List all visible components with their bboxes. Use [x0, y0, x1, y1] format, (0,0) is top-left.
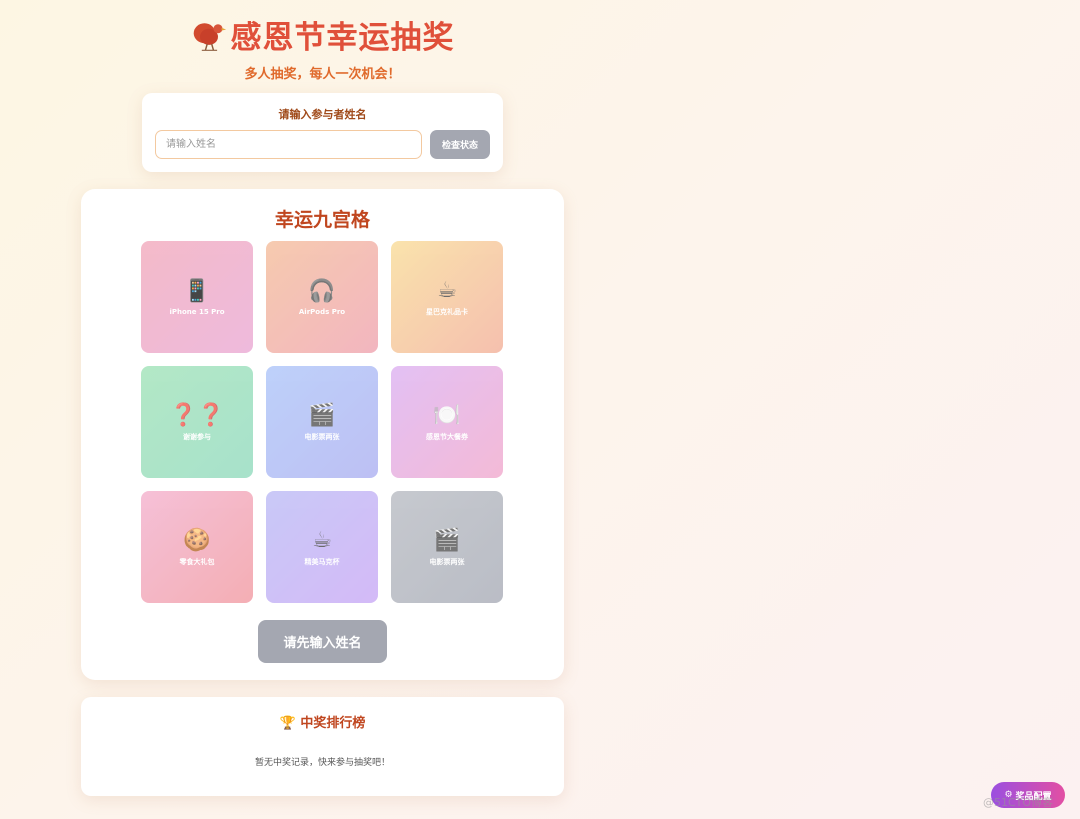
prize-cell: ❓❓ 谢谢参与 [141, 366, 253, 478]
lucky-grid: 📱 iPhone 15 Pro 🎧 AirPods Pro ☕ 星巴克礼品卡 ❓❓ 谢谢参与 🎬… [141, 241, 503, 603]
prize-label: iPhone 15 Pro [169, 308, 225, 316]
ranking-title: 🏆 中奖排行榜 [81, 712, 564, 731]
name-form-card: 请输入参与者姓名 检查状态 [142, 93, 503, 172]
prize-icon: ☕ [437, 278, 457, 303]
prize-icon: 🎧 [308, 279, 336, 304]
prize-label: 电影票两张 [429, 558, 465, 566]
prize-label: AirPods Pro [298, 308, 346, 316]
prize-cell: ☕ 星巴克礼品卡 [391, 241, 503, 353]
prize-cell: 🎬 电影票两张 [266, 366, 378, 478]
title-row: 感恩节幸运抽奖 [142, 12, 503, 57]
page: 感恩节幸运抽奖 多人抽奖，每人一次机会！ 请输入参与者姓名 检查状态 幸运九宫格… [0, 0, 1080, 819]
prize-label: 精美马克杯 [304, 558, 340, 566]
page-subtitle: 多人抽奖，每人一次机会！ [244, 67, 401, 82]
prize-icon: 🍽️ [433, 403, 461, 428]
prize-label: 电影票两张 [304, 433, 340, 441]
prize-icon: 🎬 [433, 528, 461, 553]
prize-cell: 📱 iPhone 15 Pro [141, 241, 253, 353]
name-form-label: 请输入参与者姓名 [278, 108, 367, 121]
name-input[interactable] [155, 130, 422, 159]
prize-icon: 📱 [183, 279, 211, 304]
trophy-icon: 🏆 [279, 716, 296, 731]
prize-label: 零食大礼包 [179, 558, 215, 566]
ranking-title-text: 中奖排行榜 [300, 716, 366, 731]
prize-label: 星巴克礼品卡 [426, 308, 468, 316]
prize-cell: 🎧 AirPods Pro [266, 241, 378, 353]
ranking-empty-text: 暂无中奖记录，快来参与抽奖吧！ [254, 758, 390, 768]
lucky-grid-card: 幸运九宫格 📱 iPhone 15 Pro 🎧 AirPods Pro ☕ 星巴克礼品卡 ❓… [81, 189, 564, 680]
prize-cell: 🍪 零食大礼包 [141, 491, 253, 603]
prize-icon: ❓❓ [169, 403, 225, 428]
watermark: @51CTO博客 [983, 796, 1054, 809]
turkey-icon [193, 22, 226, 51]
prize-icon: 🍪 [183, 528, 211, 553]
lucky-grid-title: 幸运九宫格 [274, 209, 370, 231]
prize-cell: ☕ 精美马克杯 [266, 491, 378, 603]
check-status-button[interactable]: 检查状态 [430, 130, 490, 159]
prize-label: 谢谢参与 [183, 433, 211, 441]
draw-button[interactable]: 请先输入姓名 [258, 620, 387, 663]
ranking-card: 🏆 中奖排行榜 暂无中奖记录，快来参与抽奖吧！ [81, 697, 564, 796]
page-title: 感恩节幸运抽奖 [230, 20, 455, 56]
prize-cell: 🍽️ 感恩节大餐券 [391, 366, 503, 478]
prize-icon: ☕ [312, 528, 332, 553]
header: 感恩节幸运抽奖 多人抽奖，每人一次机会！ [142, 12, 503, 82]
prize-icon: 🎬 [308, 403, 336, 428]
prize-cell: 🎬 电影票两张 [391, 491, 503, 603]
prize-label: 感恩节大餐券 [426, 433, 468, 441]
